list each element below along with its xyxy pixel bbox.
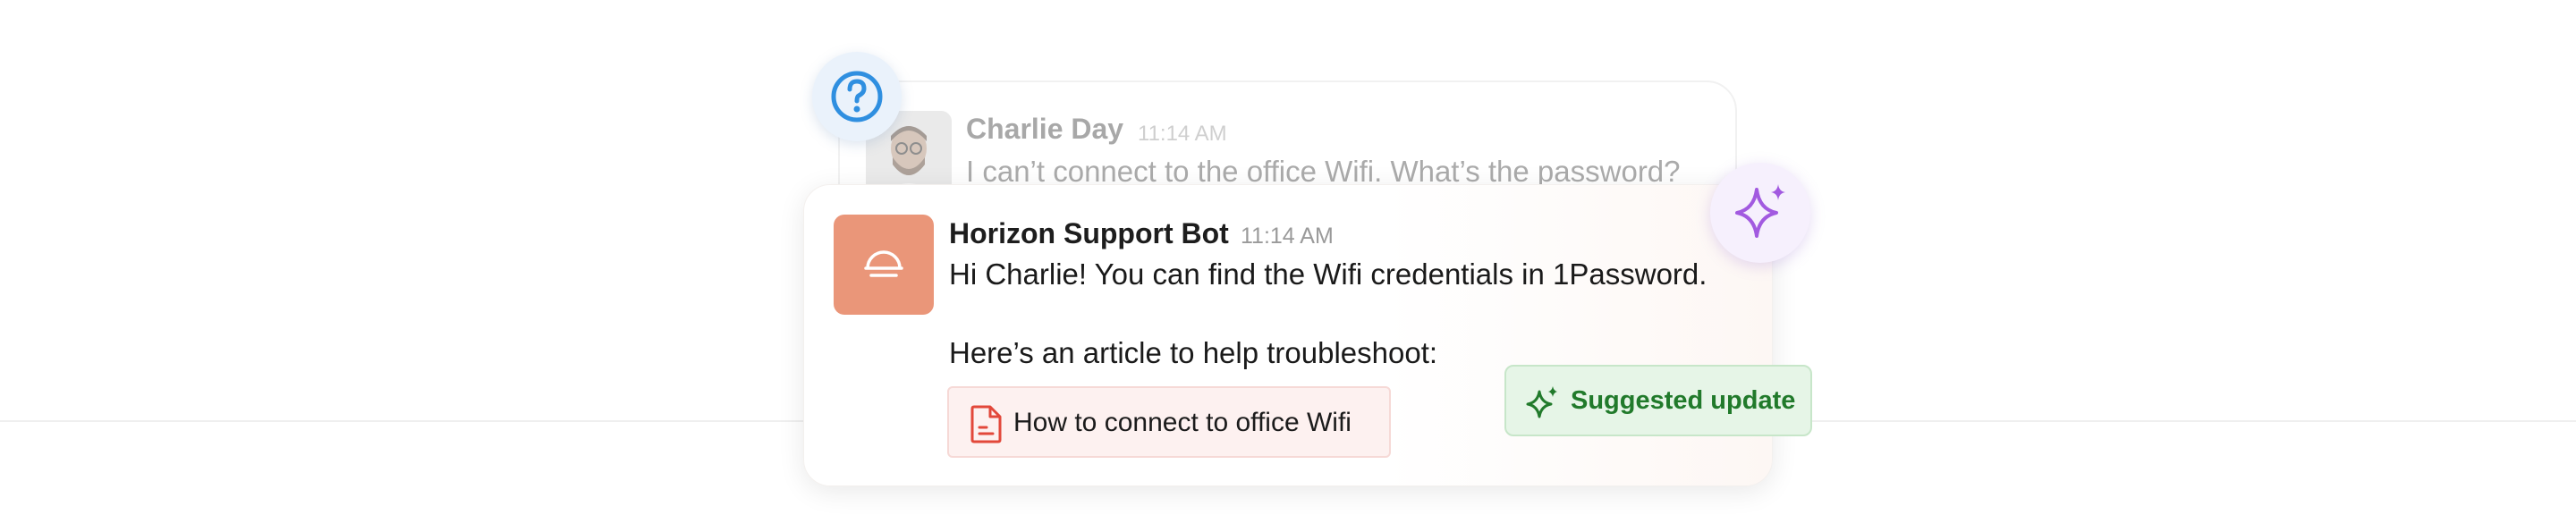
article-link-label: How to connect to office Wifi bbox=[1013, 408, 1352, 437]
bot-timestamp: 11:14 AM bbox=[1241, 224, 1334, 249]
question-badge bbox=[812, 52, 902, 141]
bot-avatar bbox=[834, 215, 934, 315]
suggested-update-label: Suggested update bbox=[1571, 386, 1796, 415]
question-circle-icon bbox=[831, 71, 883, 122]
user-timestamp: 11:14 AM bbox=[1138, 122, 1227, 146]
document-icon bbox=[970, 405, 1002, 443]
ai-sparkle-badge bbox=[1710, 163, 1810, 263]
bot-name: Horizon Support Bot bbox=[949, 217, 1229, 249]
sparkle-icon bbox=[1526, 386, 1557, 418]
sparkle-icon bbox=[1735, 184, 1785, 238]
user-name: Charlie Day bbox=[966, 113, 1124, 145]
bot-message-line: Here’s an article to help troubleshoot: bbox=[949, 336, 1438, 369]
suggested-update-button[interactable]: Suggested update bbox=[1504, 365, 1812, 436]
horizon-logo-icon bbox=[864, 250, 903, 277]
bot-message-line: Hi Charlie! You can find the Wifi creden… bbox=[949, 258, 1707, 291]
article-link[interactable]: How to connect to office Wifi bbox=[947, 386, 1391, 458]
